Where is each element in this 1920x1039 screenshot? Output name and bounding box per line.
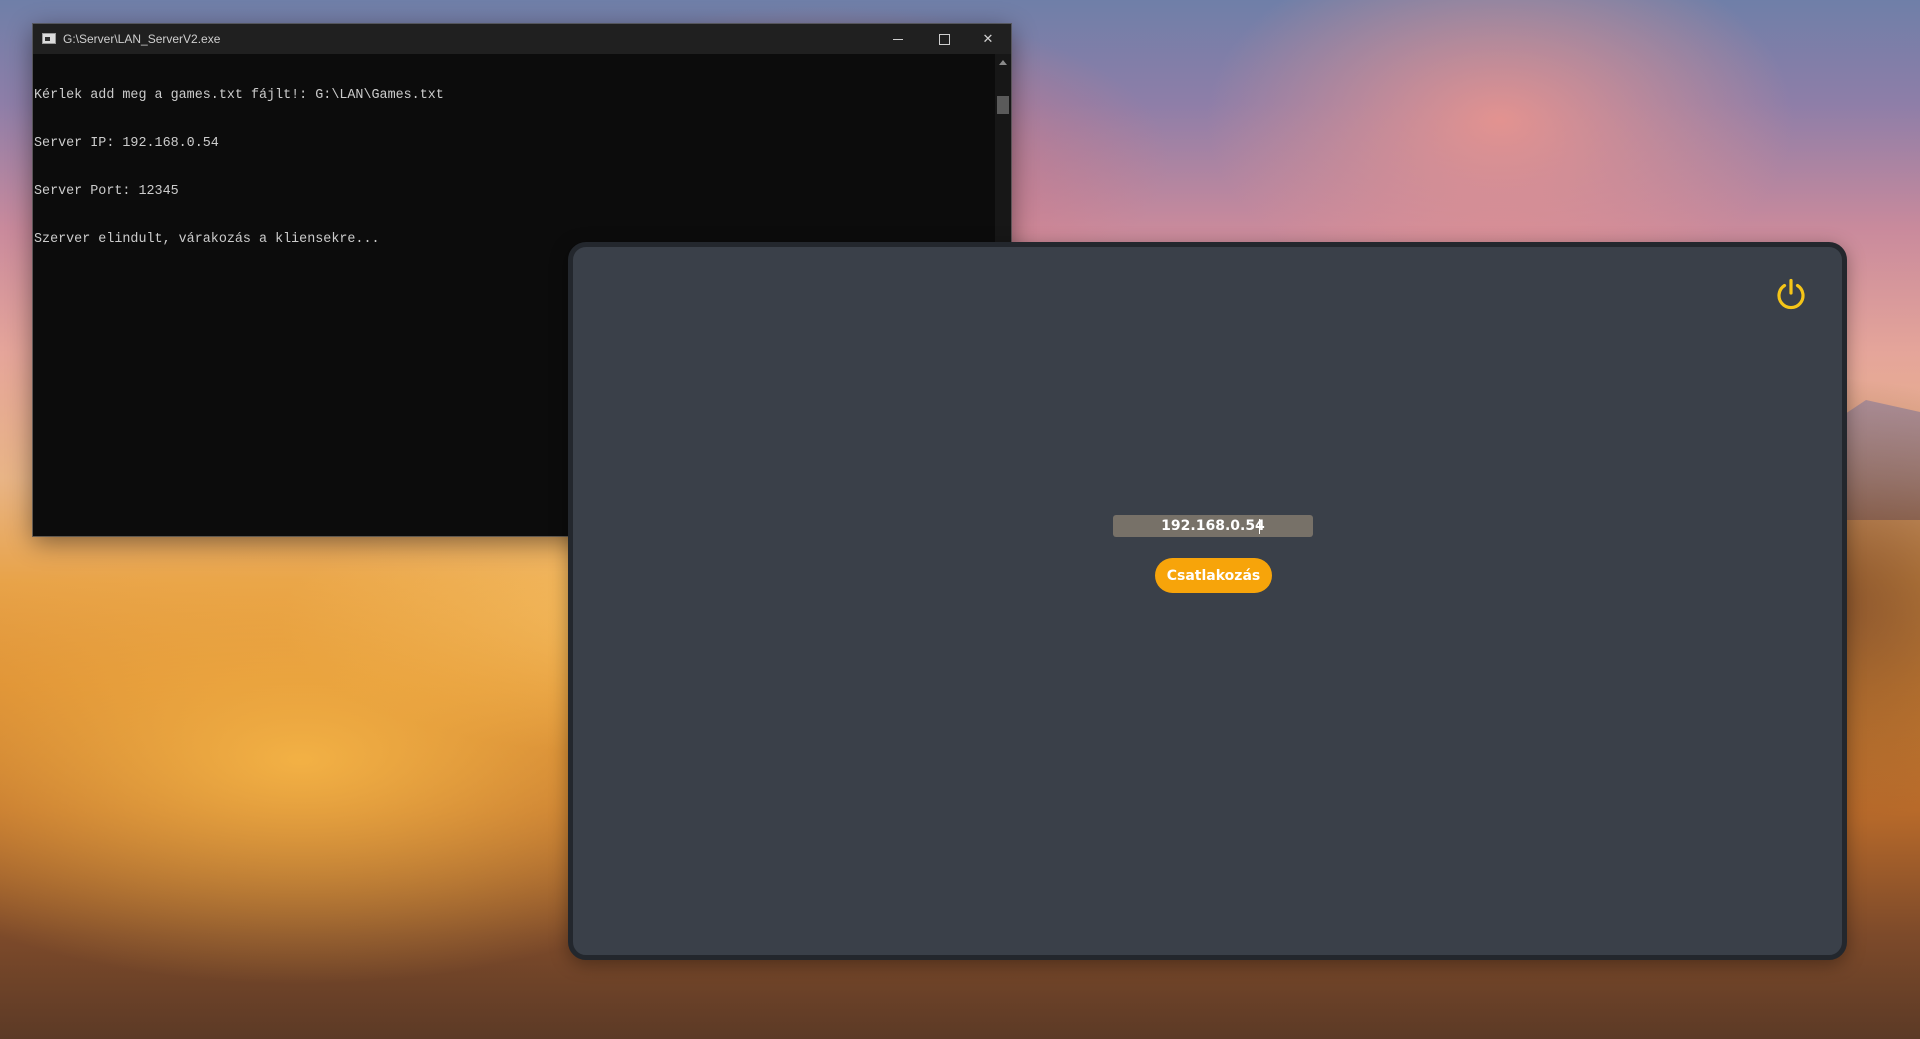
maximize-icon — [938, 33, 950, 45]
minimize-icon — [893, 38, 903, 40]
scroll-thumb[interactable] — [997, 96, 1009, 114]
minimize-button[interactable] — [875, 24, 921, 54]
scroll-up-arrow-icon[interactable] — [999, 60, 1007, 65]
client-window: Csatlakozás — [568, 242, 1847, 960]
console-app-icon — [42, 33, 56, 44]
console-line: Server Port: 12345 — [34, 184, 179, 199]
text-caret — [1259, 519, 1260, 534]
console-line: Server IP: 192.168.0.54 — [34, 136, 219, 151]
close-button[interactable]: ✕ — [965, 24, 1011, 54]
ip-address-input[interactable] — [1113, 515, 1313, 537]
close-icon: ✕ — [982, 31, 994, 47]
console-titlebar[interactable]: G:\Server\LAN_ServerV2.exe ✕ — [33, 24, 1011, 54]
maximize-button[interactable] — [921, 24, 967, 54]
connect-button[interactable]: Csatlakozás — [1155, 558, 1272, 593]
console-title: G:\Server\LAN_ServerV2.exe — [63, 32, 221, 46]
console-line: Kérlek add meg a games.txt fájlt!: G:\LA… — [34, 88, 444, 103]
power-icon[interactable] — [1774, 277, 1808, 311]
